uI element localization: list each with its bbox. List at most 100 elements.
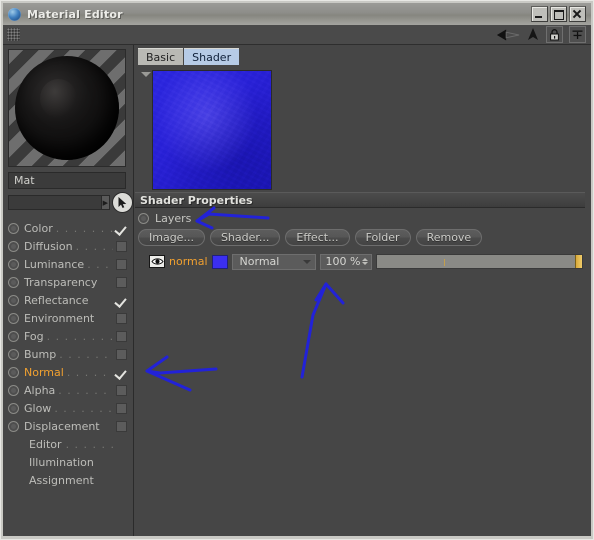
material-editor-window: Material Editor Mat ▶ Color . . . . . . …	[0, 0, 594, 540]
channel-checkbox[interactable]	[116, 258, 127, 270]
channel-checkbox[interactable]	[116, 348, 127, 360]
slider-tick	[444, 259, 446, 266]
channel-checkbox[interactable]	[116, 367, 127, 378]
shader-button[interactable]: Shader...	[209, 229, 281, 246]
layers-radio-row[interactable]: Layers	[138, 212, 191, 225]
channel-row-environment[interactable]: Environment	[8, 309, 129, 327]
right-pane: Basic Shader Shader Properties Layers Im…	[134, 45, 591, 536]
channel-checkbox[interactable]	[116, 240, 127, 252]
app-sphere-icon	[8, 7, 21, 21]
layers-radio-icon[interactable]	[138, 213, 149, 224]
shader-properties-header: Shader Properties	[135, 192, 585, 208]
channel-radio-icon[interactable]	[8, 330, 19, 342]
channel-dots: . . . . . . .	[54, 401, 113, 415]
channel-subitem-editor[interactable]: Editor. . . . . .	[8, 435, 129, 453]
channel-row-transparency[interactable]: Transparency	[8, 273, 129, 291]
channel-dots: . . .	[87, 257, 110, 271]
channel-radio-icon[interactable]	[8, 222, 19, 234]
channel-row-alpha[interactable]: Alpha. . . . . . .	[8, 381, 129, 399]
channel-radio-icon[interactable]	[8, 276, 19, 288]
maximize-icon[interactable]	[550, 6, 567, 22]
material-name-field[interactable]: Mat	[8, 172, 126, 189]
channel-checkbox[interactable]	[116, 330, 127, 342]
channel-radio-icon[interactable]	[8, 312, 19, 324]
blend-mode-value: Normal	[239, 255, 280, 268]
lock-icon[interactable]	[546, 26, 563, 43]
material-link-row: ▶	[8, 192, 133, 213]
channel-radio-icon[interactable]	[8, 240, 19, 252]
subitem-label: Assignment	[29, 473, 94, 487]
back-arrow-icon[interactable]	[496, 27, 520, 43]
picker-cursor-icon[interactable]	[112, 192, 133, 213]
channel-radio-icon[interactable]	[8, 294, 19, 306]
section-title: Shader Properties	[140, 193, 253, 207]
minimize-icon[interactable]	[531, 6, 548, 22]
channel-row-reflectance[interactable]: Reflectance	[8, 291, 129, 309]
channel-checkbox[interactable]	[116, 384, 127, 396]
slider-handle[interactable]	[575, 255, 582, 268]
opacity-input[interactable]: 100 %	[319, 253, 372, 270]
channel-checkbox[interactable]	[116, 276, 127, 288]
channel-row-glow[interactable]: Glow. . . . . . .	[8, 399, 129, 417]
material-link-input[interactable]	[8, 195, 102, 210]
subitem-label: Editor	[29, 437, 62, 451]
image-button[interactable]: Image...	[138, 229, 205, 246]
channel-radio-icon[interactable]	[8, 420, 19, 432]
channel-row-color[interactable]: Color. . . . . . . .	[8, 219, 129, 237]
left-pane: Mat ▶ Color. . . . . . . .Diffusion. . .…	[3, 45, 134, 536]
disclosure-triangle-icon[interactable]	[141, 72, 151, 77]
channel-label: Normal	[24, 365, 64, 379]
channel-row-normal[interactable]: Normal. . . . . . .	[8, 363, 129, 381]
chevron-right-icon[interactable]: ▶	[100, 195, 110, 210]
channel-radio-icon[interactable]	[8, 366, 19, 378]
up-arrow-icon[interactable]	[526, 27, 540, 43]
channel-dots: . . . . .	[75, 239, 113, 253]
channel-radio-icon[interactable]	[8, 402, 19, 414]
plus-icon[interactable]	[569, 26, 586, 43]
channel-row-displacement[interactable]: Displacement	[8, 417, 129, 435]
channel-checkbox[interactable]	[116, 402, 127, 414]
channel-label: Glow	[24, 401, 52, 415]
channel-row-diffusion[interactable]: Diffusion. . . . .	[8, 237, 129, 255]
folder-button[interactable]: Folder	[354, 229, 411, 246]
toolbar	[3, 25, 591, 45]
channel-dots: . . . . . . . .	[55, 221, 113, 235]
channel-radio-icon[interactable]	[8, 258, 19, 270]
subitem-label: Illumination	[29, 455, 94, 469]
opacity-stepper[interactable]	[361, 258, 368, 265]
tab-shader[interactable]: Shader	[184, 48, 240, 65]
subitem-dots: . . . . . .	[65, 437, 116, 451]
channel-row-bump[interactable]: Bump. . . . . . .	[8, 345, 129, 363]
channel-checkbox[interactable]	[116, 295, 127, 306]
preview-sphere	[15, 56, 119, 160]
layer-name-label[interactable]: normal	[169, 255, 208, 268]
channel-subitem-illumination[interactable]: Illumination	[8, 453, 129, 471]
drag-grip[interactable]	[7, 28, 20, 41]
layer-row: normal Normal 100 %	[149, 253, 583, 270]
tab-basic[interactable]: Basic	[138, 48, 184, 65]
channel-label: Displacement	[24, 419, 100, 433]
channel-label: Alpha	[24, 383, 56, 397]
layer-color-swatch[interactable]	[211, 254, 228, 269]
channel-row-fog[interactable]: Fog. . . . . . . .	[8, 327, 129, 345]
window-controls	[531, 6, 586, 22]
channel-dots: . . . . . . .	[66, 365, 113, 379]
channel-radio-icon[interactable]	[8, 348, 19, 360]
effect-button[interactable]: Effect...	[285, 229, 350, 246]
material-sphere-preview[interactable]	[8, 49, 126, 167]
blend-mode-select[interactable]: Normal	[231, 253, 316, 270]
opacity-slider[interactable]	[375, 254, 583, 269]
eye-icon[interactable]	[149, 255, 165, 268]
layers-label: Layers	[155, 212, 192, 225]
channel-checkbox[interactable]	[116, 223, 127, 234]
channel-radio-icon[interactable]	[8, 384, 19, 396]
channel-checkbox[interactable]	[116, 312, 127, 324]
remove-button[interactable]: Remove	[415, 229, 483, 246]
shader-preview-thumbnail[interactable]	[152, 70, 272, 190]
channel-subitem-assignment[interactable]: Assignment	[8, 471, 129, 489]
channel-row-luminance[interactable]: Luminance. . .	[8, 255, 129, 273]
close-icon[interactable]	[569, 6, 586, 22]
channel-label: Reflectance	[24, 293, 89, 307]
channel-checkbox[interactable]	[116, 420, 127, 432]
shader-button-row: Image... Shader... Effect... Folder Remo…	[138, 229, 483, 246]
